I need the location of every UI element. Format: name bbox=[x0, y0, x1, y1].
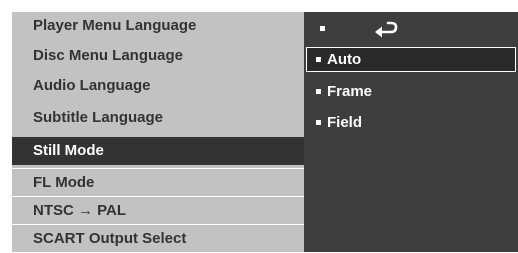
option-auto-label: Auto bbox=[327, 51, 362, 68]
option-field-label: Field bbox=[327, 114, 363, 131]
option-field[interactable]: Field bbox=[306, 110, 516, 135]
menu-item-disc-menu-language[interactable]: Disc Menu Language bbox=[12, 42, 304, 70]
setup-menu-screen: Player Menu Language Disc Menu Language … bbox=[0, 0, 518, 252]
option-auto[interactable]: Auto bbox=[306, 47, 516, 72]
menu-item-still-mode[interactable]: Still Mode bbox=[12, 137, 304, 165]
menu-item-ntsc-pal[interactable]: NTSC → PAL bbox=[12, 196, 304, 224]
setup-menu-list: Player Menu Language Disc Menu Language … bbox=[12, 12, 304, 252]
menu-item-scart-output-select[interactable]: SCART Output Select bbox=[12, 224, 304, 252]
menu-item-fl-mode[interactable]: FL Mode bbox=[12, 168, 304, 196]
bullet-icon bbox=[316, 88, 321, 94]
menu-item-player-menu-language[interactable]: Player Menu Language bbox=[12, 12, 304, 40]
return-arrow-icon[interactable] bbox=[374, 20, 400, 43]
bullet-icon bbox=[316, 119, 321, 125]
bullet-icon bbox=[316, 56, 321, 62]
still-mode-submenu: Auto Frame Field bbox=[304, 12, 518, 252]
return-row[interactable] bbox=[304, 12, 518, 45]
option-frame[interactable]: Frame bbox=[306, 79, 516, 104]
option-frame-label: Frame bbox=[327, 83, 373, 100]
bullet-icon bbox=[320, 26, 325, 31]
menu-item-audio-language[interactable]: Audio Language bbox=[12, 72, 304, 100]
menu-item-subtitle-language[interactable]: Subtitle Language bbox=[12, 104, 304, 132]
